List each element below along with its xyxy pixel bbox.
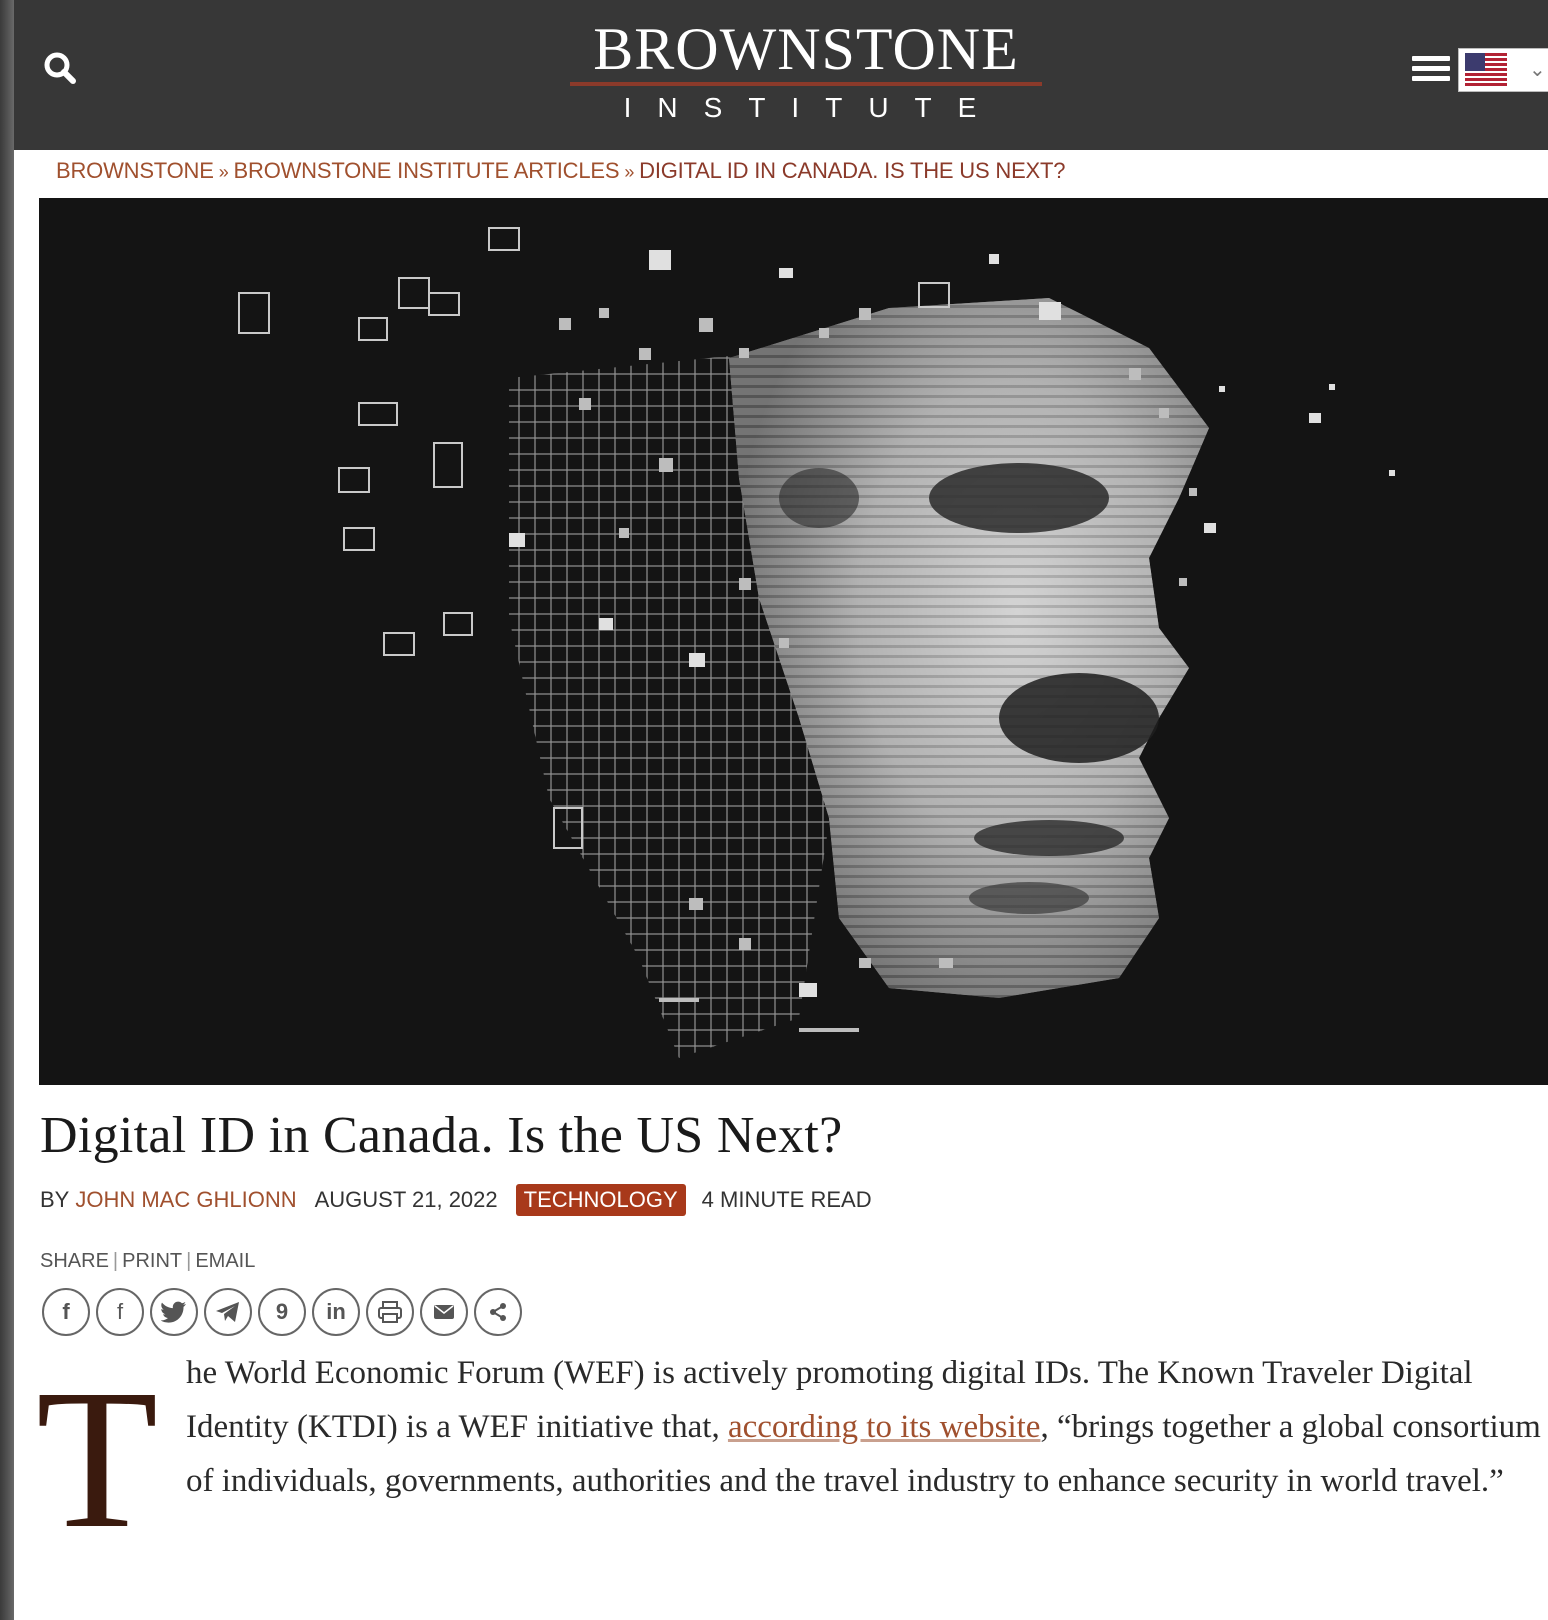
inline-link[interactable]: according to its website <box>728 1409 1041 1445</box>
byline-label: BY <box>40 1187 70 1212</box>
article-page: BROWNSTONE» BROWNSTONE INSTITUTE ARTICLES… <box>14 150 1548 1620</box>
breadcrumb: BROWNSTONE» BROWNSTONE INSTITUTE ARTICLES… <box>56 158 1065 184</box>
linkedin-icon[interactable]: in <box>312 1288 360 1336</box>
facebook-icon[interactable]: f <box>42 1288 90 1336</box>
us-flag-icon <box>1465 53 1507 87</box>
hamburger-menu-icon[interactable] <box>1412 56 1450 88</box>
publish-date: AUGUST 21, 2022 <box>314 1187 498 1212</box>
pixelated-face-image <box>39 198 1548 1085</box>
email-link[interactable]: EMAIL <box>195 1250 255 1272</box>
article-meta: BY JOHN MAC GHLIONN AUGUST 21, 2022 TECH… <box>40 1180 872 1220</box>
article-paragraph: he World Economic Forum (WEF) is activel… <box>186 1346 1546 1508</box>
facebook-like-icon[interactable]: f <box>96 1288 144 1336</box>
search-icon[interactable] <box>40 48 80 88</box>
site-header: BROWNSTONE INSTITUTE ⌄ <box>14 0 1548 150</box>
print-icon[interactable] <box>366 1288 414 1336</box>
email-icon[interactable] <box>420 1288 468 1336</box>
breadcrumb-link-home[interactable]: BROWNSTONE <box>56 158 214 183</box>
share-icon[interactable] <box>474 1288 522 1336</box>
telegram-icon[interactable] <box>204 1288 252 1336</box>
share-link[interactable]: SHARE <box>40 1250 109 1272</box>
breadcrumb-separator: » <box>624 162 635 182</box>
breadcrumb-link-articles[interactable]: BROWNSTONE INSTITUTE ARTICLES <box>234 158 620 183</box>
gettr-icon[interactable]: 9 <box>258 1288 306 1336</box>
site-logo[interactable]: BROWNSTONE INSTITUTE <box>566 18 1046 128</box>
share-icon-row: f f 9 in <box>42 1288 522 1336</box>
author-link[interactable]: JOHN MAC GHLIONN <box>75 1187 296 1213</box>
drop-cap: T <box>36 1349 159 1570</box>
share-links: SHARE | PRINT | EMAIL <box>40 1250 256 1272</box>
category-tag[interactable]: TECHNOLOGY <box>515 1184 686 1216</box>
hero-image <box>39 198 1548 1085</box>
language-selector[interactable]: ⌄ <box>1458 48 1548 92</box>
article-title: Digital ID in Canada. Is the US Next? <box>40 1107 843 1164</box>
chevron-down-icon: ⌄ <box>1529 59 1546 81</box>
page-edge-shadow <box>0 0 14 1620</box>
logo-subtitle: INSTITUTE <box>623 92 1003 123</box>
breadcrumb-separator: » <box>218 162 229 182</box>
twitter-icon[interactable] <box>150 1288 198 1336</box>
print-link[interactable]: PRINT <box>122 1250 182 1272</box>
breadcrumb-current: DIGITAL ID IN CANADA. IS THE US NEXT? <box>639 158 1066 183</box>
logo-title: BROWNSTONE <box>593 16 1019 82</box>
logo-divider <box>570 82 1042 86</box>
read-time: 4 MINUTE READ <box>701 1187 872 1212</box>
